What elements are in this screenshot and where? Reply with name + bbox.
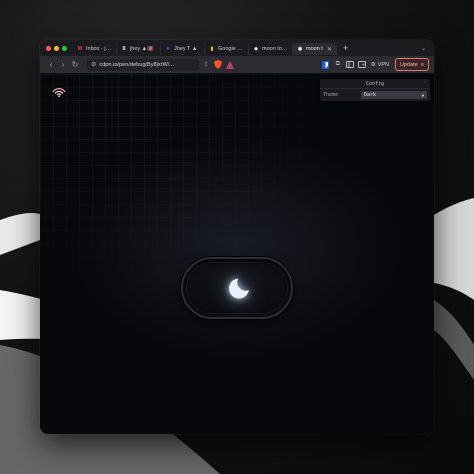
- close-tab-icon[interactable]: ✕: [327, 46, 332, 53]
- reload-button[interactable]: ↻: [69, 60, 81, 69]
- menu-icon: ≡: [420, 61, 424, 68]
- config-panel: Config ◦ Theme Dark ▼: [320, 79, 430, 101]
- url-text: cdpn.io/pen/debug/By8jxrW/...: [99, 61, 175, 68]
- extensions-icon[interactable]: ⧉: [333, 60, 343, 70]
- address-bar[interactable]: ⚙ cdpn.io/pen/debug/By8jxrW/...: [87, 58, 199, 71]
- bluesky-icon: ✦: [165, 46, 171, 52]
- share-icon[interactable]: ⇪: [201, 60, 211, 70]
- theme-row: Theme Dark ▼: [320, 89, 430, 101]
- close-window-button[interactable]: [46, 45, 51, 51]
- update-button[interactable]: Update ≡: [395, 58, 429, 71]
- sidebar-icon[interactable]: [345, 60, 355, 70]
- chevron-down-icon: ▼: [421, 92, 424, 98]
- moon-toggle-button[interactable]: [181, 257, 293, 319]
- config-title: Config: [365, 80, 385, 87]
- tab-3[interactable]: ▮ Google Keep: [205, 43, 249, 55]
- tab-overflow-chevron-icon[interactable]: ⌄: [421, 45, 426, 52]
- new-tab-button[interactable]: +: [343, 43, 348, 53]
- collapse-icon[interactable]: ◦: [423, 80, 426, 86]
- brave-shields-icon[interactable]: [213, 60, 223, 70]
- forward-button[interactable]: ›: [57, 60, 69, 69]
- tab-0[interactable]: M Inbox - jhey: [73, 43, 117, 55]
- back-button[interactable]: ‹: [45, 60, 57, 69]
- update-label: Update: [400, 61, 418, 68]
- tab-1[interactable]: Xjhey ▲🔞: [117, 43, 161, 55]
- minimize-window-button[interactable]: [54, 45, 59, 51]
- codepen-icon: ◉: [297, 46, 303, 52]
- config-panel-header[interactable]: Config ◦: [320, 79, 430, 89]
- tab-label: moon t: [306, 46, 323, 52]
- browser-toolbar: ‹ › ↻ ⚙ cdpn.io/pen/debug/By8jxrW/... ⇪ …: [40, 56, 434, 74]
- vpn-label: VPN: [377, 61, 390, 68]
- gmail-icon: M: [77, 46, 83, 52]
- brave-rewards-icon[interactable]: [225, 60, 235, 70]
- zoom-window-button[interactable]: [62, 45, 67, 51]
- theme-value: Dark: [364, 92, 377, 98]
- browser-window: M Inbox - jhey Xjhey ▲🔞 ✦ Jhey T ▲ ▮ Google Ke…: [40, 40, 434, 434]
- tab-4[interactable]: ◈ moon toggle: [249, 43, 293, 55]
- tab-label: moon toggle: [262, 46, 288, 52]
- tab-label: Inbox - jhey: [86, 46, 112, 52]
- window-controls: [46, 45, 67, 51]
- wifi-logo-icon[interactable]: [52, 87, 66, 97]
- theme-select[interactable]: Dark ▼: [361, 91, 427, 99]
- vpn-button[interactable]: ⚙ VPN: [371, 62, 389, 68]
- tab-label: Jhey T ▲: [174, 46, 198, 52]
- keep-icon: ▮: [210, 46, 214, 52]
- codepen-icon: ◈: [254, 46, 258, 52]
- page-content: Config ◦ Theme Dark ▼: [40, 74, 434, 434]
- background-grid: [40, 74, 434, 434]
- vpn-gear-icon: ⚙: [370, 61, 376, 68]
- tab-list: M Inbox - jhey Xjhey ▲🔞 ✦ Jhey T ▲ ▮ Google Ke…: [73, 41, 337, 55]
- bitwarden-icon[interactable]: [321, 60, 331, 70]
- tab-5[interactable]: ◉ moon t ✕: [293, 43, 337, 55]
- tab-2[interactable]: ✦ Jhey T ▲: [161, 43, 205, 55]
- tab-bar: M Inbox - jhey Xjhey ▲🔞 ✦ Jhey T ▲ ▮ Google Ke…: [40, 40, 434, 56]
- tab-label: Google Keep: [218, 46, 244, 52]
- x-icon: X: [122, 46, 126, 52]
- moon-icon: [229, 278, 249, 299]
- tab-label: jhey ▲🔞: [130, 46, 154, 52]
- wallet-icon[interactable]: [357, 60, 367, 70]
- theme-label: Theme: [323, 92, 339, 98]
- site-settings-icon[interactable]: ⚙: [91, 61, 96, 68]
